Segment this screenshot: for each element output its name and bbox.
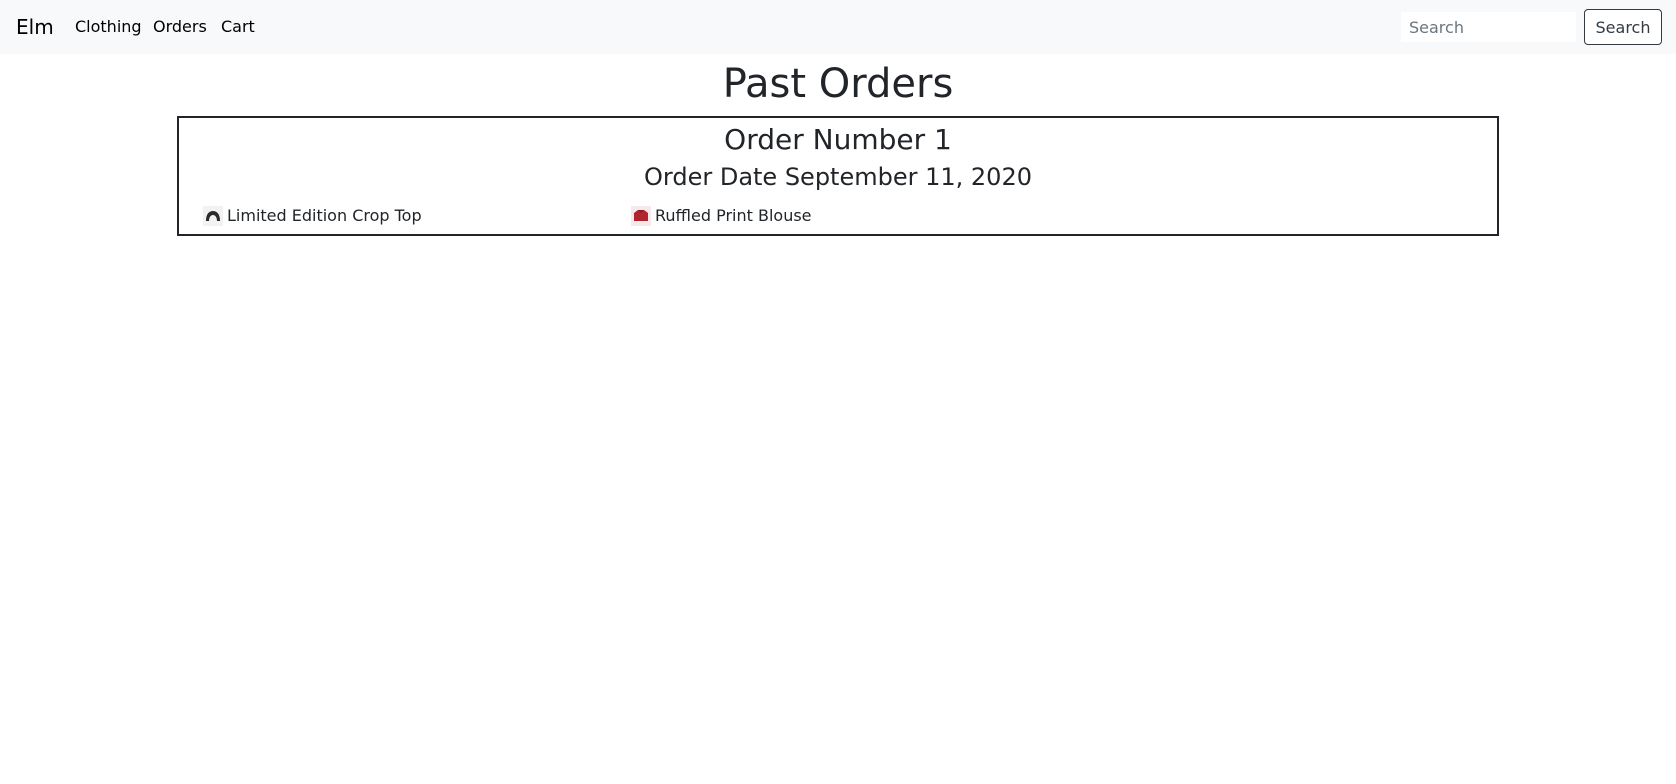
order-item-name: Limited Edition Crop Top <box>227 206 422 225</box>
search-button[interactable]: Search <box>1584 9 1662 45</box>
order-card: Order Number 1 Order Date September 11, … <box>177 116 1499 236</box>
nav-link-cart[interactable]: Cart <box>221 15 255 39</box>
navbar: Elm Clothing Orders Cart Search <box>0 0 1676 54</box>
search-input[interactable] <box>1401 12 1576 42</box>
order-item[interactable]: Limited Edition Crop Top <box>203 204 422 228</box>
crop-top-thumbnail-icon <box>203 206 223 226</box>
nav-link-clothing[interactable]: Clothing <box>75 15 142 39</box>
page-title: Past Orders <box>722 61 954 107</box>
brand-logo[interactable]: Elm <box>16 12 54 42</box>
order-item[interactable]: Ruffled Print Blouse <box>631 204 812 228</box>
blouse-thumbnail-icon <box>631 206 651 226</box>
order-number: Order Number 1 <box>724 123 952 156</box>
nav-link-orders[interactable]: Orders <box>153 15 207 39</box>
order-date: Order Date September 11, 2020 <box>644 163 1032 191</box>
order-item-name: Ruffled Print Blouse <box>655 206 812 225</box>
